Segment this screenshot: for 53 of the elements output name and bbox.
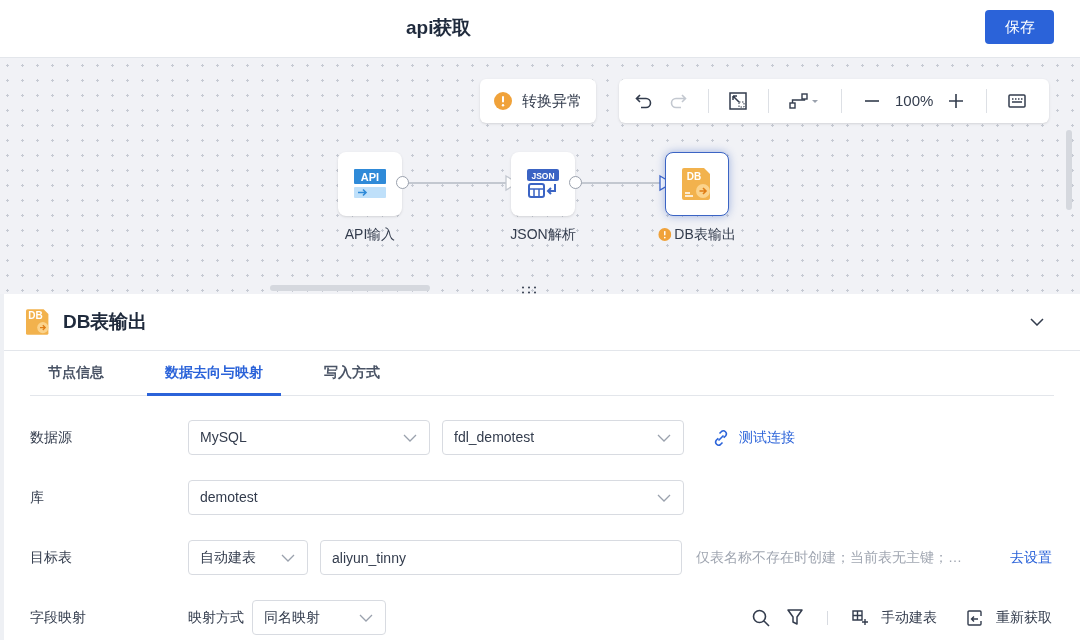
chevron-down-icon — [657, 493, 671, 502]
zoom-in-icon[interactable] — [948, 93, 965, 109]
settings-link[interactable]: 去设置 — [1010, 547, 1052, 568]
refresh-icon — [967, 609, 983, 626]
horizontal-scrollbar[interactable] — [270, 285, 430, 291]
dropdown-field[interactable]: 同名映射 — [252, 600, 386, 635]
field-label: 字段映射 — [30, 608, 87, 627]
link-icon — [712, 428, 730, 447]
hint-text: 仅表名称不存在时创建；当前表无主键；… — [696, 548, 963, 567]
tab[interactable]: 数据去向与映射 — [147, 351, 281, 396]
chevron-down-icon — [657, 433, 671, 442]
fit-view-icon[interactable] — [729, 92, 747, 110]
flow-node[interactable]: JSON — [511, 152, 575, 216]
tab[interactable]: 节点信息 — [30, 351, 122, 396]
chevron-down-icon — [403, 433, 417, 442]
node-label: DB表输出 — [674, 225, 736, 244]
panel-title: DB表输出 — [63, 309, 149, 334]
warning-icon — [494, 92, 512, 110]
connector-style-icon[interactable] — [789, 93, 819, 109]
zoom-level: 100% — [895, 90, 934, 111]
flow-node[interactable]: API — [338, 152, 402, 216]
db-node-icon: DB — [682, 168, 712, 200]
dropdown-field[interactable]: MySQL — [188, 420, 430, 455]
resize-handle-icon[interactable] — [521, 286, 537, 294]
node-label: JSON解析 — [510, 225, 576, 244]
page-title: api获取 — [406, 16, 472, 40]
dropdown-field[interactable]: demotest — [188, 480, 684, 515]
warning-icon — [658, 228, 672, 241]
dropdown-field[interactable]: fdl_demotest — [442, 420, 684, 455]
create-table-button[interactable]: 手动建表 — [852, 607, 937, 628]
chevron-down-icon — [281, 553, 295, 562]
input-field[interactable]: aliyun_tinny — [320, 540, 682, 575]
node-label: API输入 — [344, 225, 396, 244]
field-label: 数据源 — [30, 428, 73, 447]
collapse-chevron-icon[interactable] — [1030, 318, 1044, 326]
warning-badge[interactable]: 转换异常 — [480, 79, 596, 123]
undo-icon[interactable] — [635, 93, 653, 109]
filter-icon[interactable] — [787, 609, 803, 626]
field-label: 库 — [30, 488, 45, 507]
dropdown-field[interactable]: 自动建表 — [188, 540, 308, 575]
tab[interactable]: 写入方式 — [306, 351, 398, 396]
chevron-down-icon — [359, 613, 373, 622]
save-button[interactable]: 保存 — [985, 10, 1054, 44]
test-connection-link[interactable]: 测试连接 — [712, 427, 795, 448]
search-icon[interactable] — [752, 608, 770, 627]
field-label: 映射方式 — [188, 608, 244, 627]
table-plus-icon — [852, 609, 868, 626]
field-label: 目标表 — [30, 548, 73, 567]
db-table-icon: DB — [26, 309, 50, 335]
refresh-button[interactable]: 重新获取 — [967, 607, 1052, 628]
warning-text: 转换异常 — [522, 90, 582, 111]
vertical-scrollbar[interactable] — [1066, 130, 1072, 210]
keyboard-icon[interactable] — [1008, 94, 1027, 108]
